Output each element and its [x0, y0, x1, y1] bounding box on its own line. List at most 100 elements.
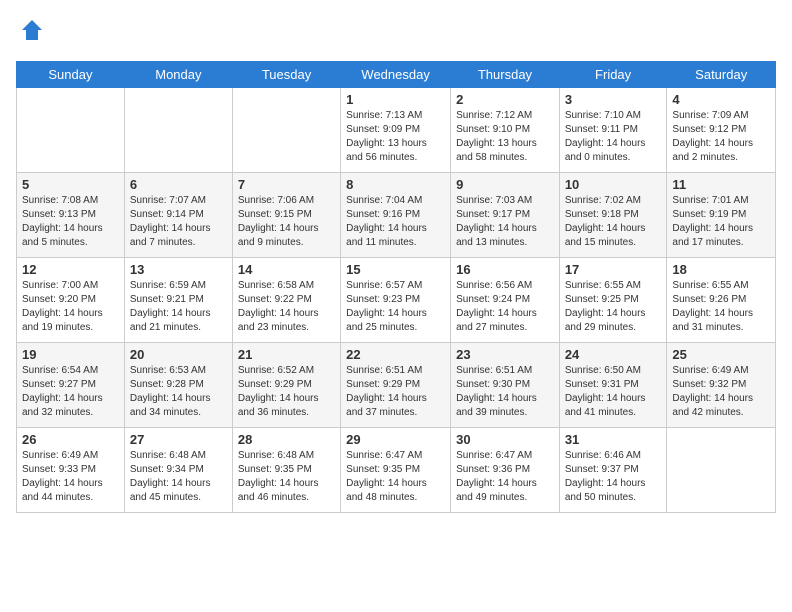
calendar-cell: 1 Sunrise: 7:13 AM Sunset: 9:09 PM Daylig…	[341, 87, 451, 172]
calendar-cell: 6Sunrise: 7:07 AM Sunset: 9:14 PM Daylig…	[124, 172, 232, 257]
calendar-cell: 15 Sunrise: 6:57 AM Sunset: 9:23 PM Dayli…	[341, 257, 451, 342]
day-header-saturday: Saturday	[667, 61, 776, 87]
calendar-cell: 30Sunrise: 6:47 AM Sunset: 9:36 PM Dayli…	[451, 427, 560, 512]
day-info: Sunrise: 7:01 AM Sunset: 9:19 PM Dayligh…	[672, 194, 770, 250]
day-header-friday: Friday	[559, 61, 667, 87]
day-header-thursday: Thursday	[451, 61, 560, 87]
calendar-cell: 20Sunrise: 6:53 AM Sunset: 9:28 PM Dayli…	[124, 342, 232, 427]
day-info: Sunrise: 6:51 AM Sunset: 9:30 PM Dayligh…	[456, 364, 554, 420]
day-number: 22	[346, 347, 445, 362]
day-info: Sunrise: 6:58 AM Sunset: 9:22 PM Dayligh…	[238, 279, 335, 335]
day-info: Sunrise: 6:51 AM Sunset: 9:29 PM Dayligh…	[346, 364, 445, 420]
day-header-tuesday: Tuesday	[232, 61, 340, 87]
calendar-body: 1 Sunrise: 7:13 AM Sunset: 9:09 PM Daylig…	[17, 87, 776, 512]
day-info: Sunrise: 6:49 AM Sunset: 9:33 PM Dayligh…	[22, 449, 119, 505]
calendar-cell: 18 Sunrise: 6:55 AM Sunset: 9:26 PM Dayli…	[667, 257, 776, 342]
day-number: 21	[238, 347, 335, 362]
day-number: 30	[456, 432, 554, 447]
day-number: 3	[565, 92, 662, 107]
day-number: 1	[346, 92, 445, 107]
calendar-cell: 2 Sunrise: 7:12 AM Sunset: 9:10 PM Daylig…	[451, 87, 560, 172]
day-number: 12	[22, 262, 119, 277]
calendar-cell: 19 Sunrise: 6:54 AM Sunset: 9:27 PM Dayli…	[17, 342, 125, 427]
day-number: 16	[456, 262, 554, 277]
calendar-cell: 7Sunrise: 7:06 AM Sunset: 9:15 PM Daylig…	[232, 172, 340, 257]
day-info: Sunrise: 6:54 AM Sunset: 9:27 PM Dayligh…	[22, 364, 119, 420]
calendar-cell: 26 Sunrise: 6:49 AM Sunset: 9:33 PM Dayli…	[17, 427, 125, 512]
calendar-week-1: 1 Sunrise: 7:13 AM Sunset: 9:09 PM Daylig…	[17, 87, 776, 172]
days-of-week-row: SundayMondayTuesdayWednesdayThursdayFrid…	[17, 61, 776, 87]
calendar-cell: 27Sunrise: 6:48 AM Sunset: 9:34 PM Dayli…	[124, 427, 232, 512]
day-number: 15	[346, 262, 445, 277]
day-info: Sunrise: 6:50 AM Sunset: 9:31 PM Dayligh…	[565, 364, 662, 420]
calendar-header: SundayMondayTuesdayWednesdayThursdayFrid…	[17, 61, 776, 87]
day-info: Sunrise: 6:59 AM Sunset: 9:21 PM Dayligh…	[130, 279, 227, 335]
day-number: 19	[22, 347, 119, 362]
day-number: 25	[672, 347, 770, 362]
day-info: Sunrise: 6:56 AM Sunset: 9:24 PM Dayligh…	[456, 279, 554, 335]
day-info: Sunrise: 7:12 AM Sunset: 9:10 PM Dayligh…	[456, 109, 554, 165]
calendar-cell: 25 Sunrise: 6:49 AM Sunset: 9:32 PM Dayli…	[667, 342, 776, 427]
calendar-week-5: 26 Sunrise: 6:49 AM Sunset: 9:33 PM Dayli…	[17, 427, 776, 512]
day-number: 7	[238, 177, 335, 192]
day-number: 13	[130, 262, 227, 277]
day-info: Sunrise: 7:04 AM Sunset: 9:16 PM Dayligh…	[346, 194, 445, 250]
day-info: Sunrise: 7:08 AM Sunset: 9:13 PM Dayligh…	[22, 194, 119, 250]
calendar-cell: 17 Sunrise: 6:55 AM Sunset: 9:25 PM Dayli…	[559, 257, 667, 342]
day-number: 23	[456, 347, 554, 362]
logo-icon	[18, 16, 46, 44]
day-number: 8	[346, 177, 445, 192]
day-header-monday: Monday	[124, 61, 232, 87]
calendar-week-4: 19 Sunrise: 6:54 AM Sunset: 9:27 PM Dayli…	[17, 342, 776, 427]
logo	[16, 16, 46, 49]
calendar-cell: 12 Sunrise: 7:00 AM Sunset: 9:20 PM Dayli…	[17, 257, 125, 342]
calendar-cell: 9Sunrise: 7:03 AM Sunset: 9:17 PM Daylig…	[451, 172, 560, 257]
day-number: 14	[238, 262, 335, 277]
calendar-cell: 10 Sunrise: 7:02 AM Sunset: 9:18 PM Dayli…	[559, 172, 667, 257]
day-header-sunday: Sunday	[17, 61, 125, 87]
calendar-cell: 28Sunrise: 6:48 AM Sunset: 9:35 PM Dayli…	[232, 427, 340, 512]
day-info: Sunrise: 7:13 AM Sunset: 9:09 PM Dayligh…	[346, 109, 445, 165]
day-info: Sunrise: 7:10 AM Sunset: 9:11 PM Dayligh…	[565, 109, 662, 165]
day-info: Sunrise: 7:03 AM Sunset: 9:17 PM Dayligh…	[456, 194, 554, 250]
calendar-cell: 4Sunrise: 7:09 AM Sunset: 9:12 PM Daylig…	[667, 87, 776, 172]
day-info: Sunrise: 6:55 AM Sunset: 9:26 PM Dayligh…	[672, 279, 770, 335]
calendar-cell: 3 Sunrise: 7:10 AM Sunset: 9:11 PM Daylig…	[559, 87, 667, 172]
day-number: 17	[565, 262, 662, 277]
day-info: Sunrise: 7:02 AM Sunset: 9:18 PM Dayligh…	[565, 194, 662, 250]
calendar-cell	[232, 87, 340, 172]
calendar-cell: 23 Sunrise: 6:51 AM Sunset: 9:30 PM Dayli…	[451, 342, 560, 427]
day-info: Sunrise: 6:46 AM Sunset: 9:37 PM Dayligh…	[565, 449, 662, 505]
day-number: 2	[456, 92, 554, 107]
calendar-cell: 14 Sunrise: 6:58 AM Sunset: 9:22 PM Dayli…	[232, 257, 340, 342]
page-header	[16, 16, 776, 49]
calendar-cell: 13 Sunrise: 6:59 AM Sunset: 9:21 PM Dayli…	[124, 257, 232, 342]
calendar-week-2: 5 Sunrise: 7:08 AM Sunset: 9:13 PM Daylig…	[17, 172, 776, 257]
day-number: 18	[672, 262, 770, 277]
day-number: 10	[565, 177, 662, 192]
day-number: 11	[672, 177, 770, 192]
calendar-table: SundayMondayTuesdayWednesdayThursdayFrid…	[16, 61, 776, 513]
day-info: Sunrise: 7:00 AM Sunset: 9:20 PM Dayligh…	[22, 279, 119, 335]
calendar-cell: 31 Sunrise: 6:46 AM Sunset: 9:37 PM Dayli…	[559, 427, 667, 512]
calendar-cell: 21 Sunrise: 6:52 AM Sunset: 9:29 PM Dayli…	[232, 342, 340, 427]
day-number: 5	[22, 177, 119, 192]
day-info: Sunrise: 7:09 AM Sunset: 9:12 PM Dayligh…	[672, 109, 770, 165]
calendar-cell: 8 Sunrise: 7:04 AM Sunset: 9:16 PM Daylig…	[341, 172, 451, 257]
calendar-cell	[124, 87, 232, 172]
day-info: Sunrise: 6:49 AM Sunset: 9:32 PM Dayligh…	[672, 364, 770, 420]
day-number: 27	[130, 432, 227, 447]
day-header-wednesday: Wednesday	[341, 61, 451, 87]
day-number: 31	[565, 432, 662, 447]
day-number: 6	[130, 177, 227, 192]
day-info: Sunrise: 6:57 AM Sunset: 9:23 PM Dayligh…	[346, 279, 445, 335]
day-number: 28	[238, 432, 335, 447]
day-number: 26	[22, 432, 119, 447]
day-info: Sunrise: 6:47 AM Sunset: 9:35 PM Dayligh…	[346, 449, 445, 505]
day-number: 20	[130, 347, 227, 362]
day-info: Sunrise: 6:55 AM Sunset: 9:25 PM Dayligh…	[565, 279, 662, 335]
calendar-cell: 29Sunrise: 6:47 AM Sunset: 9:35 PM Dayli…	[341, 427, 451, 512]
calendar-cell: 22 Sunrise: 6:51 AM Sunset: 9:29 PM Dayli…	[341, 342, 451, 427]
day-info: Sunrise: 6:52 AM Sunset: 9:29 PM Dayligh…	[238, 364, 335, 420]
calendar-cell: 16 Sunrise: 6:56 AM Sunset: 9:24 PM Dayli…	[451, 257, 560, 342]
